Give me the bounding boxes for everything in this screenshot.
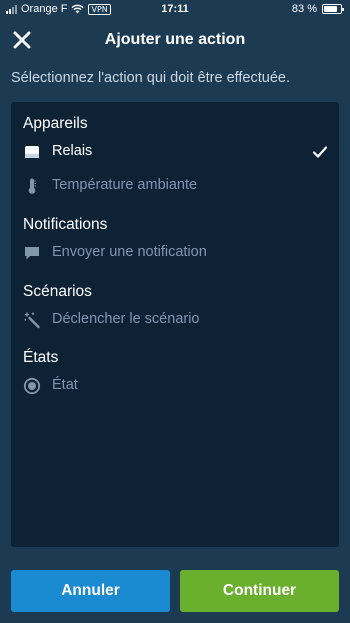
status-bar: Orange F VPN 17:11 83 % bbox=[0, 0, 350, 20]
header: Ajouter une action bbox=[0, 20, 350, 60]
chat-bubble-icon bbox=[25, 247, 39, 260]
section-title-notifications: Notifications bbox=[23, 216, 108, 233]
action-item-etat[interactable]: État bbox=[11, 373, 339, 399]
magic-wand-icon bbox=[24, 312, 40, 329]
action-item-label: Envoyer une notification bbox=[52, 244, 207, 260]
section-title-scenarios: Scénarios bbox=[23, 283, 92, 300]
action-item-scenario[interactable]: Déclencher le scénario bbox=[11, 307, 339, 333]
action-item-label: Température ambiante bbox=[52, 177, 198, 193]
action-item-notification[interactable]: Envoyer une notification bbox=[11, 240, 339, 266]
battery-level bbox=[324, 6, 338, 12]
cancel-button[interactable]: Annuler bbox=[11, 570, 170, 612]
thermometer-icon bbox=[28, 178, 36, 194]
footer: Annuler Continuer bbox=[0, 555, 350, 623]
section-title-appareils: Appareils bbox=[23, 115, 88, 132]
action-item-temperature[interactable]: Température ambiante bbox=[11, 173, 339, 199]
action-item-label: Relais bbox=[52, 143, 93, 159]
continue-button[interactable]: Continuer bbox=[180, 570, 339, 612]
radio-state-icon bbox=[23, 377, 41, 395]
battery-icon bbox=[322, 4, 344, 14]
relay-icon bbox=[25, 146, 39, 158]
action-item-label: État bbox=[52, 377, 78, 393]
instruction-text: Sélectionnez l'action qui doit être effe… bbox=[11, 70, 290, 86]
status-right: 83 % bbox=[291, 3, 344, 15]
action-item-label: Déclencher le scénario bbox=[52, 311, 200, 327]
action-item-relais[interactable]: Relais bbox=[11, 139, 339, 165]
battery-percent: 83 % bbox=[291, 3, 317, 15]
check-icon bbox=[312, 146, 328, 158]
page-title: Ajouter une action bbox=[104, 31, 246, 48]
action-list-panel: Appareils Relais Température ambiante No… bbox=[11, 102, 339, 547]
section-title-etats: États bbox=[23, 349, 59, 366]
